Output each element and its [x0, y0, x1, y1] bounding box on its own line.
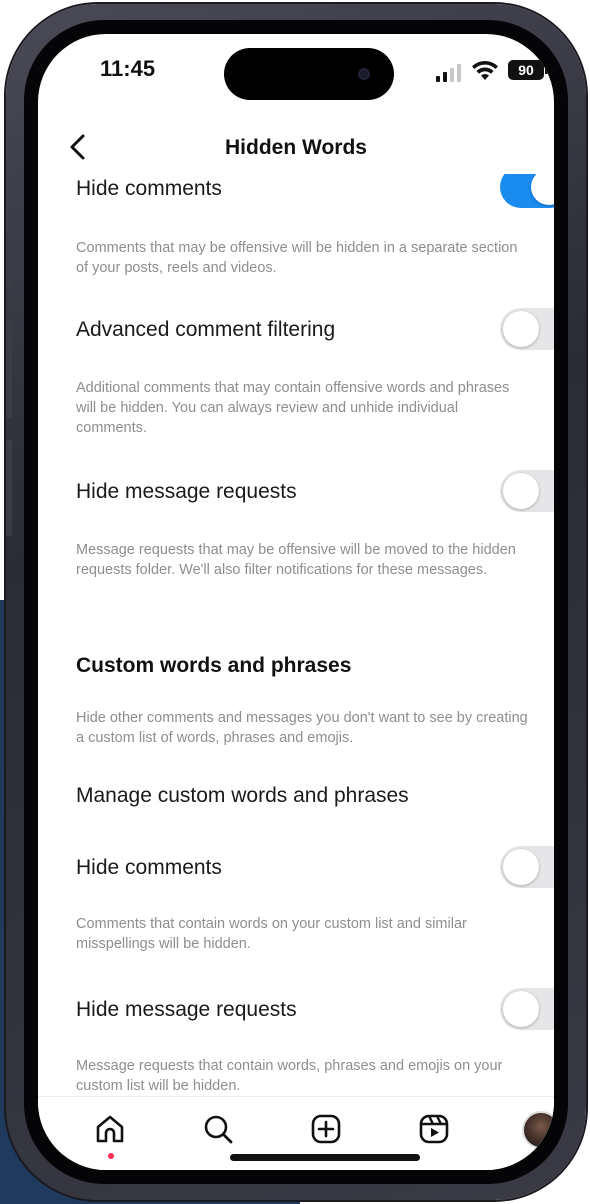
manage-custom-words-label: Manage custom words and phrases [76, 784, 409, 807]
status-bar: 11:45 90 [38, 34, 554, 124]
tab-reels[interactable] [416, 1111, 456, 1151]
setting-description: Message requests that may be offensive w… [76, 542, 516, 578]
setting-hide-message-requests: Hide message requests Message requests t… [38, 470, 554, 626]
phone-screen: 11:45 90 Hidden Words Hide comments Comm… [38, 34, 554, 1170]
tab-create[interactable] [308, 1111, 348, 1151]
home-icon [96, 1115, 124, 1143]
section-title: Custom words and phrases [76, 654, 352, 677]
setting-label: Hide message requests [76, 998, 297, 1021]
advanced-filtering-toggle[interactable] [500, 308, 554, 350]
home-indicator [230, 1154, 420, 1161]
phone-action-button [6, 232, 12, 288]
toggle-knob [503, 991, 539, 1027]
setting-description: Message requests that contain words, phr… [76, 1058, 503, 1094]
custom-hide-message-requests-toggle[interactable] [500, 988, 554, 1030]
battery-level: 90 [518, 62, 534, 78]
manage-custom-words-row[interactable]: Manage custom words and phrases [38, 780, 554, 830]
settings-list[interactable]: Hide comments Comments that may be offen… [38, 174, 554, 1096]
toggle-knob [503, 311, 539, 347]
dynamic-island [224, 48, 394, 100]
section-custom-words: Custom words and phrases Hide other comm… [38, 650, 554, 770]
tab-search[interactable] [200, 1111, 240, 1151]
setting-label: Advanced comment filtering [76, 318, 336, 341]
status-time: 11:45 [100, 56, 156, 81]
reels-icon [419, 1114, 449, 1144]
setting-description: Additional comments that may contain off… [76, 380, 510, 436]
phone-volume-down-button [6, 440, 12, 536]
setting-description: Comments that contain words on your cust… [76, 916, 467, 952]
cellular-signal-icon [436, 64, 466, 82]
camera-icon [358, 68, 370, 80]
search-icon [204, 1115, 233, 1144]
notification-dot [108, 1153, 114, 1159]
setting-custom-hide-comments: Hide comments Comments that contain word… [38, 846, 554, 972]
phone-bezel: 11:45 90 Hidden Words Hide comments Comm… [24, 20, 568, 1184]
tab-profile-avatar[interactable] [522, 1111, 554, 1149]
page-title: Hidden Words [225, 136, 367, 159]
setting-label: Hide comments [76, 856, 222, 879]
tab-home[interactable] [92, 1111, 132, 1159]
nav-header: Hidden Words [38, 124, 554, 174]
section-description: Hide other comments and messages you don… [76, 710, 528, 746]
setting-description: Comments that may be offensive will be h… [76, 240, 518, 276]
hide-message-requests-toggle[interactable] [500, 470, 554, 512]
notification-dot [538, 1155, 544, 1161]
setting-label: Hide message requests [76, 480, 297, 503]
battery-cap [545, 67, 548, 74]
battery-icon: 90 [508, 60, 544, 80]
toggle-knob [503, 473, 539, 509]
setting-label: Hide comments [76, 177, 222, 200]
phone-frame: 11:45 90 Hidden Words Hide comments Comm… [6, 4, 586, 1200]
wifi-icon [472, 60, 498, 80]
setting-hide-comments: Hide comments Comments that may be offen… [38, 174, 554, 294]
chevron-right-icon [552, 786, 554, 808]
custom-hide-comments-toggle[interactable] [500, 846, 554, 888]
hide-comments-toggle[interactable] [500, 174, 554, 208]
toggle-knob [503, 849, 539, 885]
create-icon [311, 1114, 341, 1144]
setting-custom-hide-message-requests: Hide message requests Message requests t… [38, 988, 554, 1096]
toggle-knob [531, 174, 554, 205]
setting-advanced-comment-filtering: Advanced comment filtering Additional co… [38, 308, 554, 464]
phone-volume-up-button [6, 322, 12, 418]
